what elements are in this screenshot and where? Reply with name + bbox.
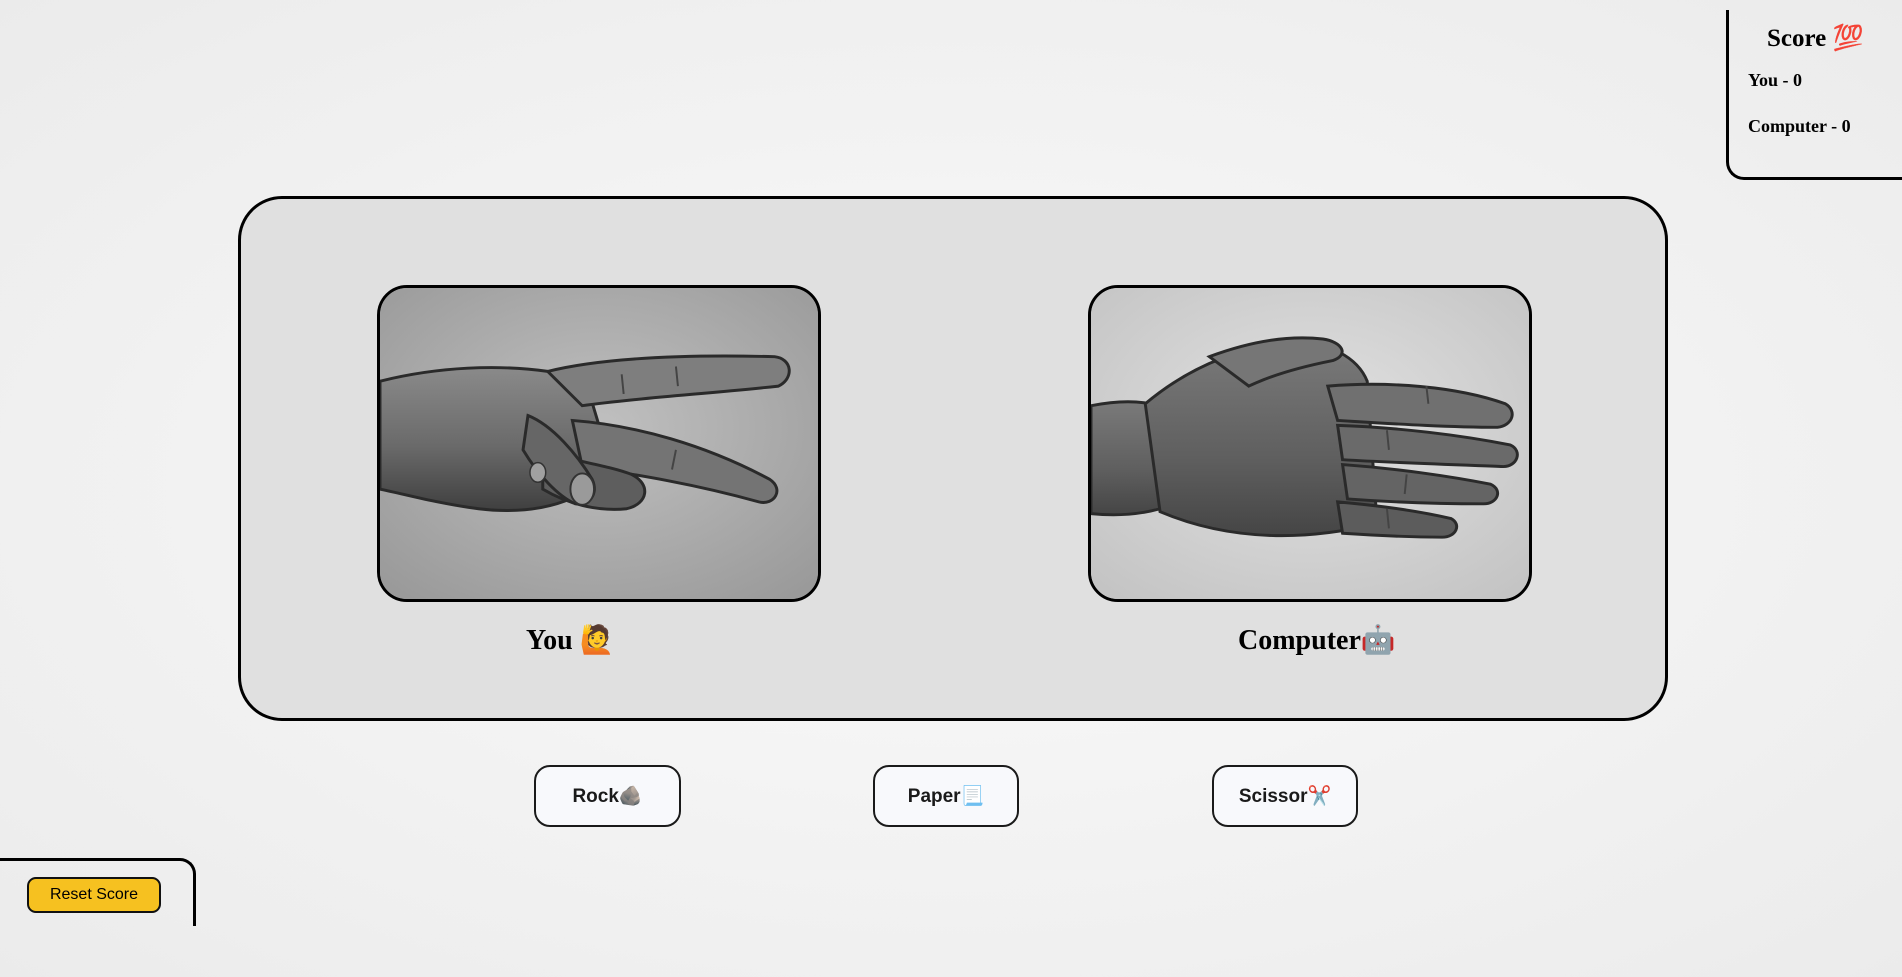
reset-score-button[interactable]: Reset Score — [27, 877, 161, 913]
game-arena: You 🙋 Computer🤖 — [238, 196, 1668, 721]
paper-hand-icon — [1091, 288, 1529, 599]
scissors-hand-icon — [380, 288, 818, 599]
computer-hand-image — [1088, 285, 1532, 602]
computer-score: Computer - 0 — [1748, 116, 1851, 136]
score-title: Score 💯 — [1767, 25, 1864, 52]
you-label: You 🙋 — [526, 625, 615, 656]
reset-panel: Reset Score — [0, 858, 196, 926]
scissor-button[interactable]: Scissor✂️ — [1212, 765, 1358, 827]
rock-button[interactable]: Rock🪨 — [534, 765, 681, 827]
paper-button[interactable]: Paper📃 — [873, 765, 1019, 827]
you-score: You - 0 — [1748, 70, 1803, 90]
score-panel: Score 💯 You - 0 Computer - 0 — [1726, 10, 1902, 180]
computer-label: Computer🤖 — [1238, 625, 1396, 656]
you-hand-image — [377, 285, 821, 602]
